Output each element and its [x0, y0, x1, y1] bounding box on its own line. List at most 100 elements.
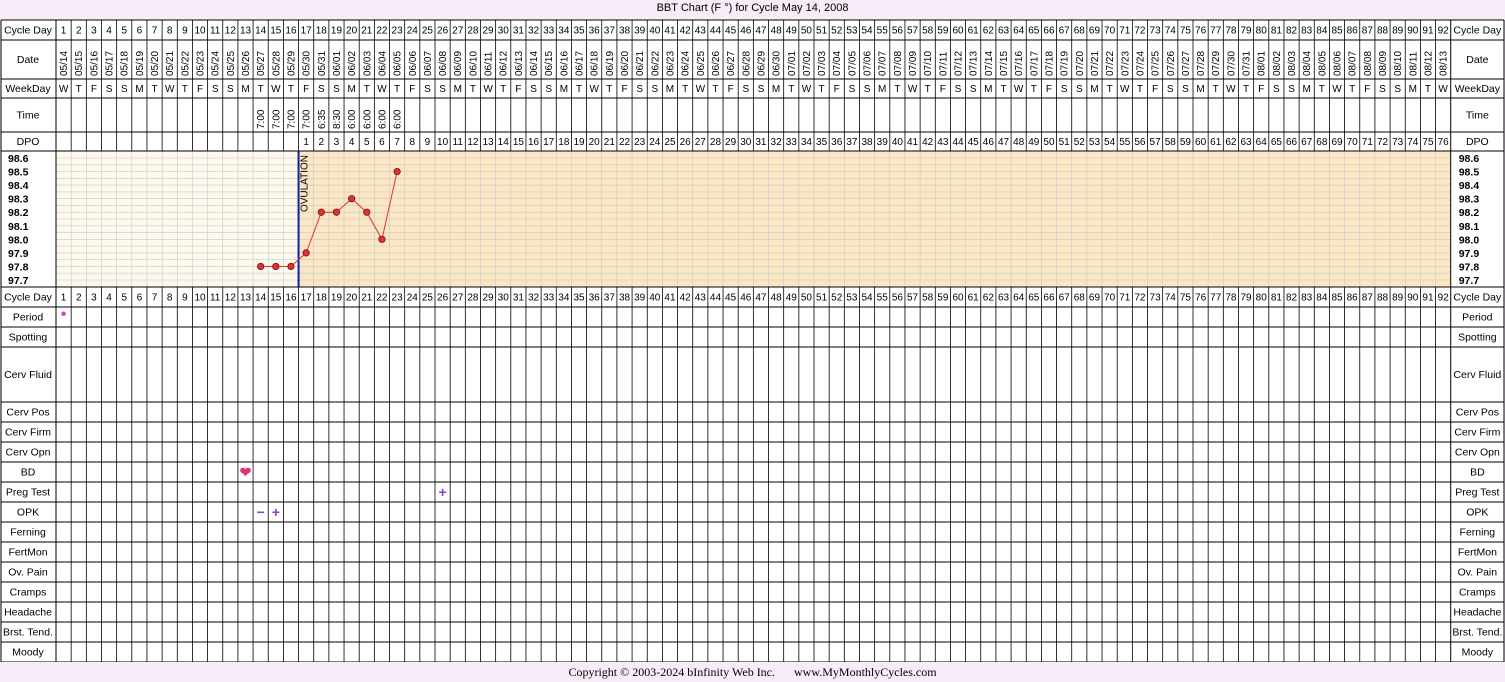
cycle-day-label: 75: [1180, 293, 1192, 304]
weekday-label: T: [470, 84, 476, 95]
cycle-day-label: 42: [680, 293, 692, 304]
date-label: 06/01: [332, 51, 343, 76]
date-label: 07/22: [1105, 51, 1116, 76]
weekday-label: S: [1394, 84, 1401, 95]
weekday-label: M: [1303, 84, 1311, 95]
time-label: 6:00: [377, 109, 388, 129]
row-label-spotting-left: Spotting: [9, 332, 48, 344]
y-tick-label-right: 98.4: [1459, 180, 1480, 192]
date-label: 07/20: [1075, 51, 1086, 76]
dpo-label: 7: [394, 137, 400, 148]
dpo-label: 57: [1150, 137, 1162, 148]
cycle-day-label: 28: [467, 293, 479, 304]
cycle-day-label: 40: [649, 293, 661, 304]
dpo-label: 6: [379, 137, 385, 148]
weekday-label: W: [271, 84, 281, 95]
weekday-label: F: [834, 84, 840, 95]
cycle-day-label: 10: [194, 293, 206, 304]
cycle-day-label: 74: [1165, 26, 1177, 37]
cycle-day-label: 14: [255, 293, 267, 304]
date-label: 05/16: [89, 51, 100, 76]
row-label-opk-left: OPK: [17, 507, 39, 519]
website-link[interactable]: www.MyMonthlyCycles.com: [794, 665, 937, 679]
cycle-day-label: 4: [106, 293, 112, 304]
cycle-day-label: 45: [725, 293, 737, 304]
cycle-day-label: 46: [740, 293, 752, 304]
cycle-day-label: 72: [1134, 26, 1146, 37]
cycle-day-label: 50: [801, 26, 813, 37]
weekday-label: W: [1438, 84, 1448, 95]
weekday-label: T: [364, 84, 370, 95]
cycle-day-label: 20: [346, 26, 358, 37]
date-label: 07/21: [1090, 51, 1101, 76]
weekday-label: T: [394, 84, 400, 95]
y-tick-label-right: 98.2: [1459, 207, 1480, 219]
cycle-day-label: 67: [1059, 26, 1071, 37]
cycle-day-label: 11: [210, 26, 221, 37]
cycle-day-label: 84: [1316, 26, 1328, 37]
cycle-day-label: 9: [182, 26, 188, 37]
row-label-dpo-right: DPO: [1466, 136, 1489, 148]
date-label: 06/30: [772, 51, 783, 76]
cycle-day-label: 37: [604, 293, 616, 304]
weekday-label: S: [742, 84, 749, 95]
cycle-day-label: 43: [695, 26, 707, 37]
weekday-label: F: [91, 84, 97, 95]
cycle-day-label: 48: [771, 293, 783, 304]
temp-point: [317, 208, 325, 216]
cycle-day-label: 55: [877, 26, 889, 37]
weekday-label: M: [454, 84, 462, 95]
date-label: 07/12: [954, 51, 965, 76]
cycle-day-label: 25: [422, 293, 434, 304]
dpo-label: 43: [937, 137, 949, 148]
weekday-label: T: [500, 84, 506, 95]
date-label: 08/10: [1393, 51, 1404, 76]
cycle-day-label: 18: [316, 293, 328, 304]
cycle-day-label: 73: [1150, 26, 1162, 37]
row-label-cerv_pos-right: Cerv Pos: [1456, 407, 1499, 419]
cycle-day-label: 33: [543, 26, 555, 37]
time-label: 6:00: [347, 109, 358, 129]
y-tick-label-right: 97.9: [1459, 248, 1480, 260]
cycle-day-label: 57: [907, 26, 919, 37]
dpo-label: 17: [543, 137, 555, 148]
row-label-ov_pain-right: Ov. Pain: [1458, 567, 1498, 579]
dpo-label: 39: [877, 137, 889, 148]
date-label: 08/05: [1317, 51, 1328, 76]
weekday-label: T: [1349, 84, 1355, 95]
date-label: 08/06: [1333, 51, 1344, 76]
date-label: 07/26: [1166, 51, 1177, 76]
dpo-label: 54: [1104, 137, 1116, 148]
date-label: 06/13: [514, 51, 525, 76]
dpo-label: 53: [1089, 137, 1101, 148]
cycle-day-label: 89: [1392, 26, 1404, 37]
weekday-label: M: [1409, 84, 1417, 95]
cycle-day-label: 62: [983, 293, 995, 304]
dpo-label: 19: [573, 137, 585, 148]
cycle-day-label: 66: [1043, 293, 1055, 304]
cycle-day-label: 10: [194, 26, 206, 37]
cycle-day-label: 70: [1104, 293, 1116, 304]
cycle-day-label: 56: [892, 293, 904, 304]
row-label-preg_test-right: Preg Test: [1455, 487, 1499, 499]
cycle-day-label: 49: [786, 26, 798, 37]
cycle-day-label: 69: [1089, 26, 1101, 37]
weekday-label: S: [970, 84, 977, 95]
temp-point: [257, 262, 265, 271]
weekday-label: S: [1076, 84, 1083, 95]
cycle-day-label: 69: [1089, 293, 1101, 304]
date-label: 07/23: [1120, 51, 1131, 76]
cycle-day-label: 57: [907, 293, 919, 304]
dpo-label: 5: [364, 137, 370, 148]
weekday-label: T: [76, 84, 82, 95]
footer: Copyright © 2003-2024 bInfinity Web Inc.…: [0, 665, 1505, 680]
cycle-day-label: 23: [392, 293, 404, 304]
cycle-day-label: 45: [725, 26, 737, 37]
date-label: 06/29: [756, 51, 767, 76]
cycle-day-label: 26: [437, 26, 449, 37]
cycle-day-label: 84: [1316, 293, 1328, 304]
row-label-cerv_pos-left: Cerv Pos: [6, 407, 49, 419]
date-label: 07/13: [969, 51, 980, 76]
cycle-day-label: 25: [422, 26, 434, 37]
dpo-label: 70: [1347, 137, 1359, 148]
